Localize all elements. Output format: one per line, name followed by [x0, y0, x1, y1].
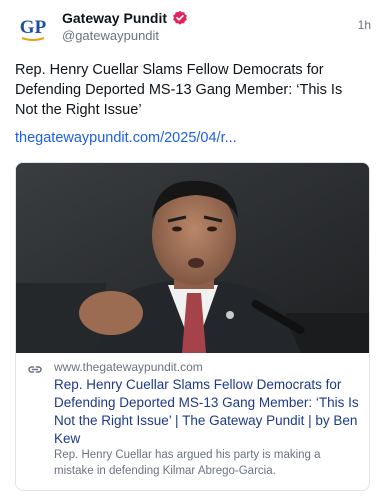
author-handle[interactable]: @gatewaypundit [62, 28, 159, 43]
link-preview-card[interactable]: www.thegatewaypundit.com Rep. Henry Cuel… [15, 162, 370, 491]
author-row: Gateway Pundit [62, 9, 188, 27]
gateway-pundit-logo: GP [14, 9, 52, 47]
verified-badge-icon [172, 10, 188, 26]
author-name[interactable]: Gateway Pundit [62, 10, 167, 26]
post: GP Gateway Pundit @gatewaypundit 1h Rep.… [0, 0, 385, 500]
card-description: Rep. Henry Cuellar has argued his party … [54, 449, 321, 477]
post-text: Rep. Henry Cuellar Slams Fellow Democrat… [15, 62, 343, 118]
news-photo [16, 163, 369, 353]
post-link[interactable]: thegatewaypundit.com/2025/04/r... [15, 128, 237, 148]
card-domain: www.thegatewaypundit.com [54, 360, 203, 374]
card-image [16, 163, 369, 353]
avatar-text: GP [20, 17, 47, 38]
card-body: www.thegatewaypundit.com Rep. Henry Cuel… [16, 353, 369, 490]
post-timestamp[interactable]: 1h [358, 18, 371, 32]
card-title[interactable]: Rep. Henry Cuellar Slams Fellow Democrat… [54, 376, 359, 448]
link-icon [27, 362, 43, 378]
avatar[interactable]: GP [14, 9, 52, 47]
